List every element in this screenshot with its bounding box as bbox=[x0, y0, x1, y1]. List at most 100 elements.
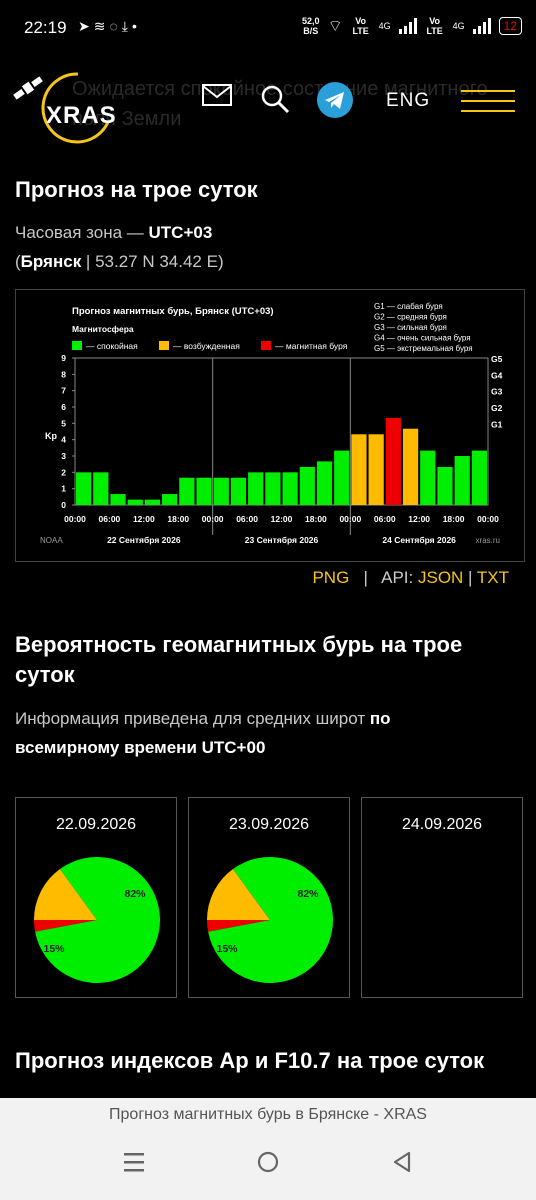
source-right: xras.ru bbox=[476, 536, 500, 545]
legend-label: — возбужденная bbox=[173, 341, 240, 351]
json-link[interactable]: JSON bbox=[418, 568, 463, 587]
timezone-value: UTC+03 bbox=[148, 223, 213, 242]
txt-link[interactable]: TXT bbox=[477, 568, 509, 587]
legend-swatch bbox=[159, 341, 169, 350]
recent-apps-icon[interactable] bbox=[122, 1150, 146, 1179]
x-tick-label: 12:00 bbox=[408, 514, 430, 524]
g-legend-label: G2 — средняя буря bbox=[374, 313, 447, 322]
export-links: PNG | API: JSON | TXT bbox=[312, 568, 509, 587]
kp-bar bbox=[471, 450, 487, 505]
kp-chart-svg: Прогноз магнитных бурь, Брянск (UTC+03) М… bbox=[40, 302, 503, 545]
kp-bar bbox=[179, 477, 195, 505]
y-tick-label: 3 bbox=[61, 451, 66, 461]
kp-bar bbox=[402, 428, 419, 505]
kp-bar bbox=[76, 472, 92, 505]
kp-bar bbox=[351, 434, 367, 505]
net-speed: 52,0 B/S bbox=[302, 16, 320, 36]
probability-card: 22.09.2026 82% 15% bbox=[15, 797, 177, 998]
chart-subtitle: Магнитосфера bbox=[72, 324, 134, 334]
g-tick-label: G1 bbox=[491, 419, 503, 429]
chart-title: Прогноз магнитных бурь, Брянск (UTC+03) bbox=[72, 306, 274, 317]
y-tick-label: 5 bbox=[61, 418, 66, 428]
telegram-icon[interactable] bbox=[317, 82, 353, 118]
day-label: 23 Сентября 2026 bbox=[245, 535, 319, 545]
x-tick-label: 06:00 bbox=[99, 514, 121, 524]
kp-bar bbox=[213, 477, 229, 505]
status-right: 52,0 B/S ⌔ Vo LTE 4G Vo LTE 4G 12 bbox=[302, 16, 522, 36]
pie-label-active: 15% bbox=[43, 943, 65, 955]
kp-bar bbox=[368, 434, 384, 505]
kp-bar bbox=[127, 499, 143, 505]
timezone-info: Часовая зона — UTC+03 (Брянск | 53.27 N … bbox=[15, 223, 224, 271]
x-tick-label: 12:00 bbox=[133, 514, 155, 524]
kp-bar bbox=[248, 472, 264, 505]
download-icon: ⤓ bbox=[121, 18, 132, 34]
kp-bar bbox=[437, 466, 453, 505]
back-icon[interactable] bbox=[390, 1150, 414, 1179]
y-tick-label: 1 bbox=[61, 484, 66, 494]
site-header: Ожидается спокойное состояние магнитного… bbox=[0, 60, 536, 150]
kp-bar bbox=[316, 461, 333, 505]
y-tick-label: 6 bbox=[61, 402, 66, 412]
volte-2: Vo LTE bbox=[426, 16, 443, 36]
probability-card: 23.09.2026 82% 15% bbox=[188, 797, 350, 998]
status-bar: 22:19 ➤≋◌⤓• 52,0 B/S ⌔ Vo LTE 4G Vo LTE 4… bbox=[0, 0, 536, 60]
y-tick-label: 7 bbox=[61, 386, 66, 396]
home-icon[interactable] bbox=[256, 1150, 280, 1179]
city-name: Брянск bbox=[20, 252, 82, 271]
g-legend-label: G5 — экстремальная буря bbox=[374, 344, 473, 353]
telegram-notif-icon: ➤ bbox=[78, 18, 94, 34]
volte-1: Vo LTE bbox=[352, 16, 369, 36]
x-tick-label: 18:00 bbox=[305, 514, 327, 524]
pie-label-quiet: 82% bbox=[297, 888, 319, 900]
card-date: 22.09.2026 bbox=[55, 816, 137, 833]
kp-bar bbox=[454, 456, 470, 505]
source-left: NOAA bbox=[40, 536, 63, 545]
sync-icon: ◌ bbox=[109, 18, 122, 34]
indices-title: Прогноз индексов Ap и F10.7 на трое суто… bbox=[15, 1048, 485, 1073]
kp-bar bbox=[420, 450, 436, 505]
probability-info: Информация приведена для средних широт п… bbox=[15, 709, 391, 757]
x-tick-label: 12:00 bbox=[271, 514, 293, 524]
language-switch[interactable]: ENG bbox=[386, 90, 430, 112]
kp-bar bbox=[299, 466, 315, 505]
mail-icon[interactable] bbox=[202, 84, 232, 111]
probability-pie: 82% 15% bbox=[207, 857, 333, 983]
menu-icon[interactable] bbox=[461, 90, 515, 116]
x-tick-label: 00:00 bbox=[64, 514, 86, 524]
legend-label: — магнитная буря bbox=[275, 341, 348, 351]
api-label: API: bbox=[381, 568, 414, 587]
card-date: 23.09.2026 bbox=[228, 816, 310, 833]
y-tick-label: 4 bbox=[61, 435, 66, 445]
coordinates: 53.27 N 34.42 E bbox=[95, 252, 218, 271]
kp-bar bbox=[110, 494, 126, 505]
cast-icon: ≋ bbox=[93, 18, 110, 34]
y-tick-label: 2 bbox=[61, 467, 66, 477]
page-title[interactable]: Прогноз магнитных бурь в Брянске - XRAS bbox=[0, 1106, 536, 1124]
g-tick-label: G3 bbox=[491, 387, 503, 397]
kp-bar bbox=[230, 477, 247, 505]
xras-logo[interactable]: XRAS bbox=[8, 66, 118, 144]
g-legend-label: G1 — слабая буря bbox=[374, 302, 443, 311]
x-tick-label: 18:00 bbox=[167, 514, 189, 524]
wifi-icon: ⌔ bbox=[327, 18, 343, 35]
kp-bar bbox=[196, 477, 212, 505]
probability-title: Вероятность геомагнитных бурь на трое сут… bbox=[15, 632, 463, 687]
search-icon[interactable] bbox=[260, 84, 290, 119]
status-time: 22:19 bbox=[24, 18, 67, 37]
day-label: 24 Сентября 2026 bbox=[382, 535, 456, 545]
x-tick-label: 18:00 bbox=[443, 514, 465, 524]
png-link[interactable]: PNG bbox=[312, 568, 349, 587]
y-tick-label: 0 bbox=[61, 500, 66, 510]
pie-label-active: 15% bbox=[216, 943, 238, 955]
x-tick-label: 00:00 bbox=[202, 514, 224, 524]
kp-bar bbox=[93, 472, 109, 505]
probability-card: 24.09.2026 bbox=[361, 797, 523, 998]
pie-label-quiet: 82% bbox=[124, 888, 146, 900]
gen-2: 4G bbox=[452, 21, 465, 31]
legend-label: — спокойная bbox=[86, 341, 138, 351]
status-banner: Ожидается спокойное состояние магнитного… bbox=[72, 78, 488, 130]
x-tick-label: 00:00 bbox=[339, 514, 361, 524]
x-tick-label: 00:00 bbox=[477, 514, 499, 524]
y-axis-label: Kp bbox=[45, 431, 57, 441]
